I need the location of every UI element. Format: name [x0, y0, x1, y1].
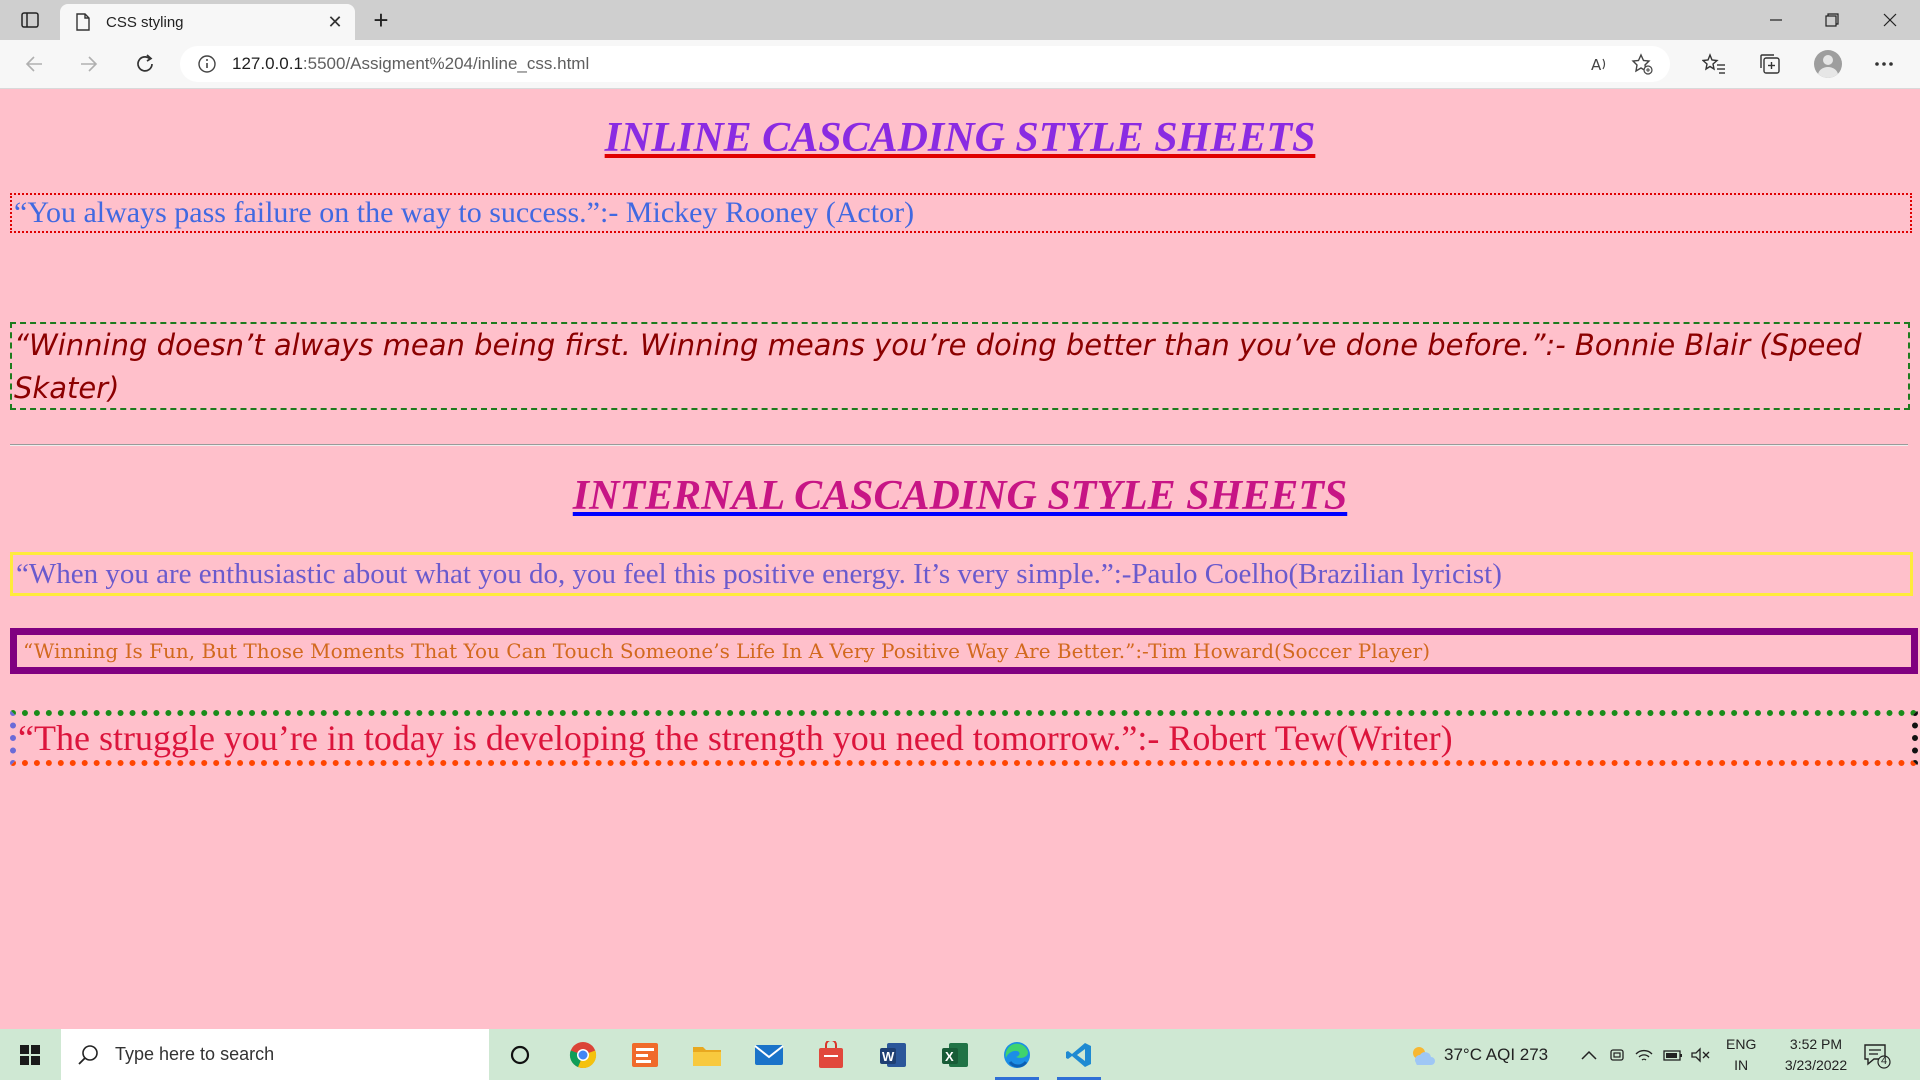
notifications-button[interactable]: 4 — [1862, 1029, 1892, 1080]
language-indicator[interactable]: ENG IN — [1726, 1029, 1756, 1080]
avatar-icon — [1814, 50, 1842, 78]
windows-start-icon[interactable] — [0, 1029, 60, 1080]
taskbar: Type here to search W X 37°C AQI 273 ENG… — [0, 1029, 1920, 1080]
quote-robert-tew: “The struggle you’re in today is develop… — [10, 710, 1918, 766]
meet-now-icon[interactable] — [1608, 1046, 1626, 1064]
weather-icon — [1413, 1046, 1435, 1065]
quote-bonnie-blair: “Winning doesn’t always mean being first… — [10, 322, 1910, 410]
excel-icon[interactable]: X — [927, 1029, 983, 1080]
volume-muted-icon[interactable] — [1690, 1046, 1712, 1064]
svg-text:W: W — [882, 1049, 895, 1064]
search-icon — [75, 1042, 101, 1068]
wifi-icon[interactable] — [1634, 1046, 1654, 1064]
weather-widget[interactable]: 37°C AQI 273 — [1408, 1029, 1548, 1080]
quote-paulo-coelho: “When you are enthusiastic about what yo… — [10, 552, 1913, 596]
notification-count: 4 — [1880, 1055, 1888, 1067]
more-menu-icon[interactable] — [1864, 48, 1904, 80]
tab-title: CSS styling — [106, 13, 184, 31]
task-view-icon[interactable] — [492, 1029, 548, 1080]
word-icon[interactable]: W — [865, 1029, 921, 1080]
chrome-icon[interactable] — [555, 1029, 611, 1080]
quote-mickey-rooney: “You always pass failure on the way to s… — [10, 193, 1912, 233]
tab-close-icon[interactable]: ✕ — [321, 8, 349, 36]
add-favorite-icon[interactable] — [1628, 50, 1656, 78]
browser-tab[interactable]: CSS styling ✕ — [60, 4, 355, 40]
url-field[interactable]: 127.0.0.1:5500/Assigment%204/inline_css.… — [180, 46, 1670, 82]
clock[interactable]: 3:52 PM 3/23/2022 — [1774, 1029, 1858, 1080]
chevron-up-icon[interactable] — [1580, 1048, 1598, 1062]
page-icon — [74, 13, 92, 31]
back-icon[interactable] — [16, 48, 52, 80]
taskbar-search-field[interactable]: Type here to search — [61, 1029, 489, 1080]
favorites-icon[interactable] — [1694, 48, 1734, 80]
url-text: 127.0.0.1:5500/Assigment%204/inline_css.… — [232, 54, 590, 73]
page-content: INLINE CASCADING STYLE SHEETS “You alway… — [0, 89, 1920, 1029]
heading-internal-css: INTERNAL CASCADING STYLE SHEETS — [572, 473, 1348, 519]
address-bar: 127.0.0.1:5500/Assigment%204/inline_css.… — [0, 40, 1920, 89]
tab-bar: CSS styling ✕ + — [0, 0, 1920, 40]
clock-time: 3:52 PM — [1789, 1035, 1843, 1052]
heading-inline-css: INLINE CASCADING STYLE SHEETS — [604, 115, 1316, 161]
horizontal-rule — [10, 444, 1908, 446]
vscode-icon[interactable] — [1051, 1029, 1107, 1080]
refresh-icon[interactable] — [127, 48, 163, 80]
search-placeholder: Type here to search — [115, 1044, 275, 1064]
office-store-icon[interactable] — [803, 1029, 859, 1080]
quote-tim-howard: “Winning Is Fun, But Those Moments That … — [10, 628, 1918, 674]
mail-icon[interactable] — [741, 1029, 797, 1080]
minimize-icon[interactable] — [1748, 0, 1804, 40]
restore-icon[interactable] — [1804, 0, 1860, 40]
profile-avatar[interactable] — [1808, 48, 1848, 80]
clock-date: 3/23/2022 — [1784, 1056, 1848, 1073]
file-explorer-icon[interactable] — [679, 1029, 735, 1080]
close-window-icon[interactable] — [1862, 0, 1918, 40]
edge-icon[interactable] — [989, 1029, 1045, 1080]
language-code: ENG — [1726, 1035, 1757, 1052]
presentation-app-icon[interactable] — [617, 1029, 673, 1080]
svg-text:A: A — [1591, 56, 1602, 73]
site-info-icon[interactable] — [196, 53, 218, 75]
language-region: IN — [1734, 1056, 1749, 1073]
svg-text:X: X — [945, 1049, 954, 1064]
collections-icon[interactable] — [1750, 48, 1790, 80]
weather-text: 37°C AQI 273 — [1444, 1044, 1549, 1064]
forward-icon[interactable] — [71, 48, 107, 80]
read-aloud-icon[interactable]: A — [1586, 50, 1614, 78]
battery-icon[interactable] — [1662, 1046, 1684, 1064]
tray-icons — [1580, 1029, 1712, 1080]
new-tab-button[interactable]: + — [366, 5, 396, 35]
tab-actions-icon[interactable] — [10, 6, 50, 34]
